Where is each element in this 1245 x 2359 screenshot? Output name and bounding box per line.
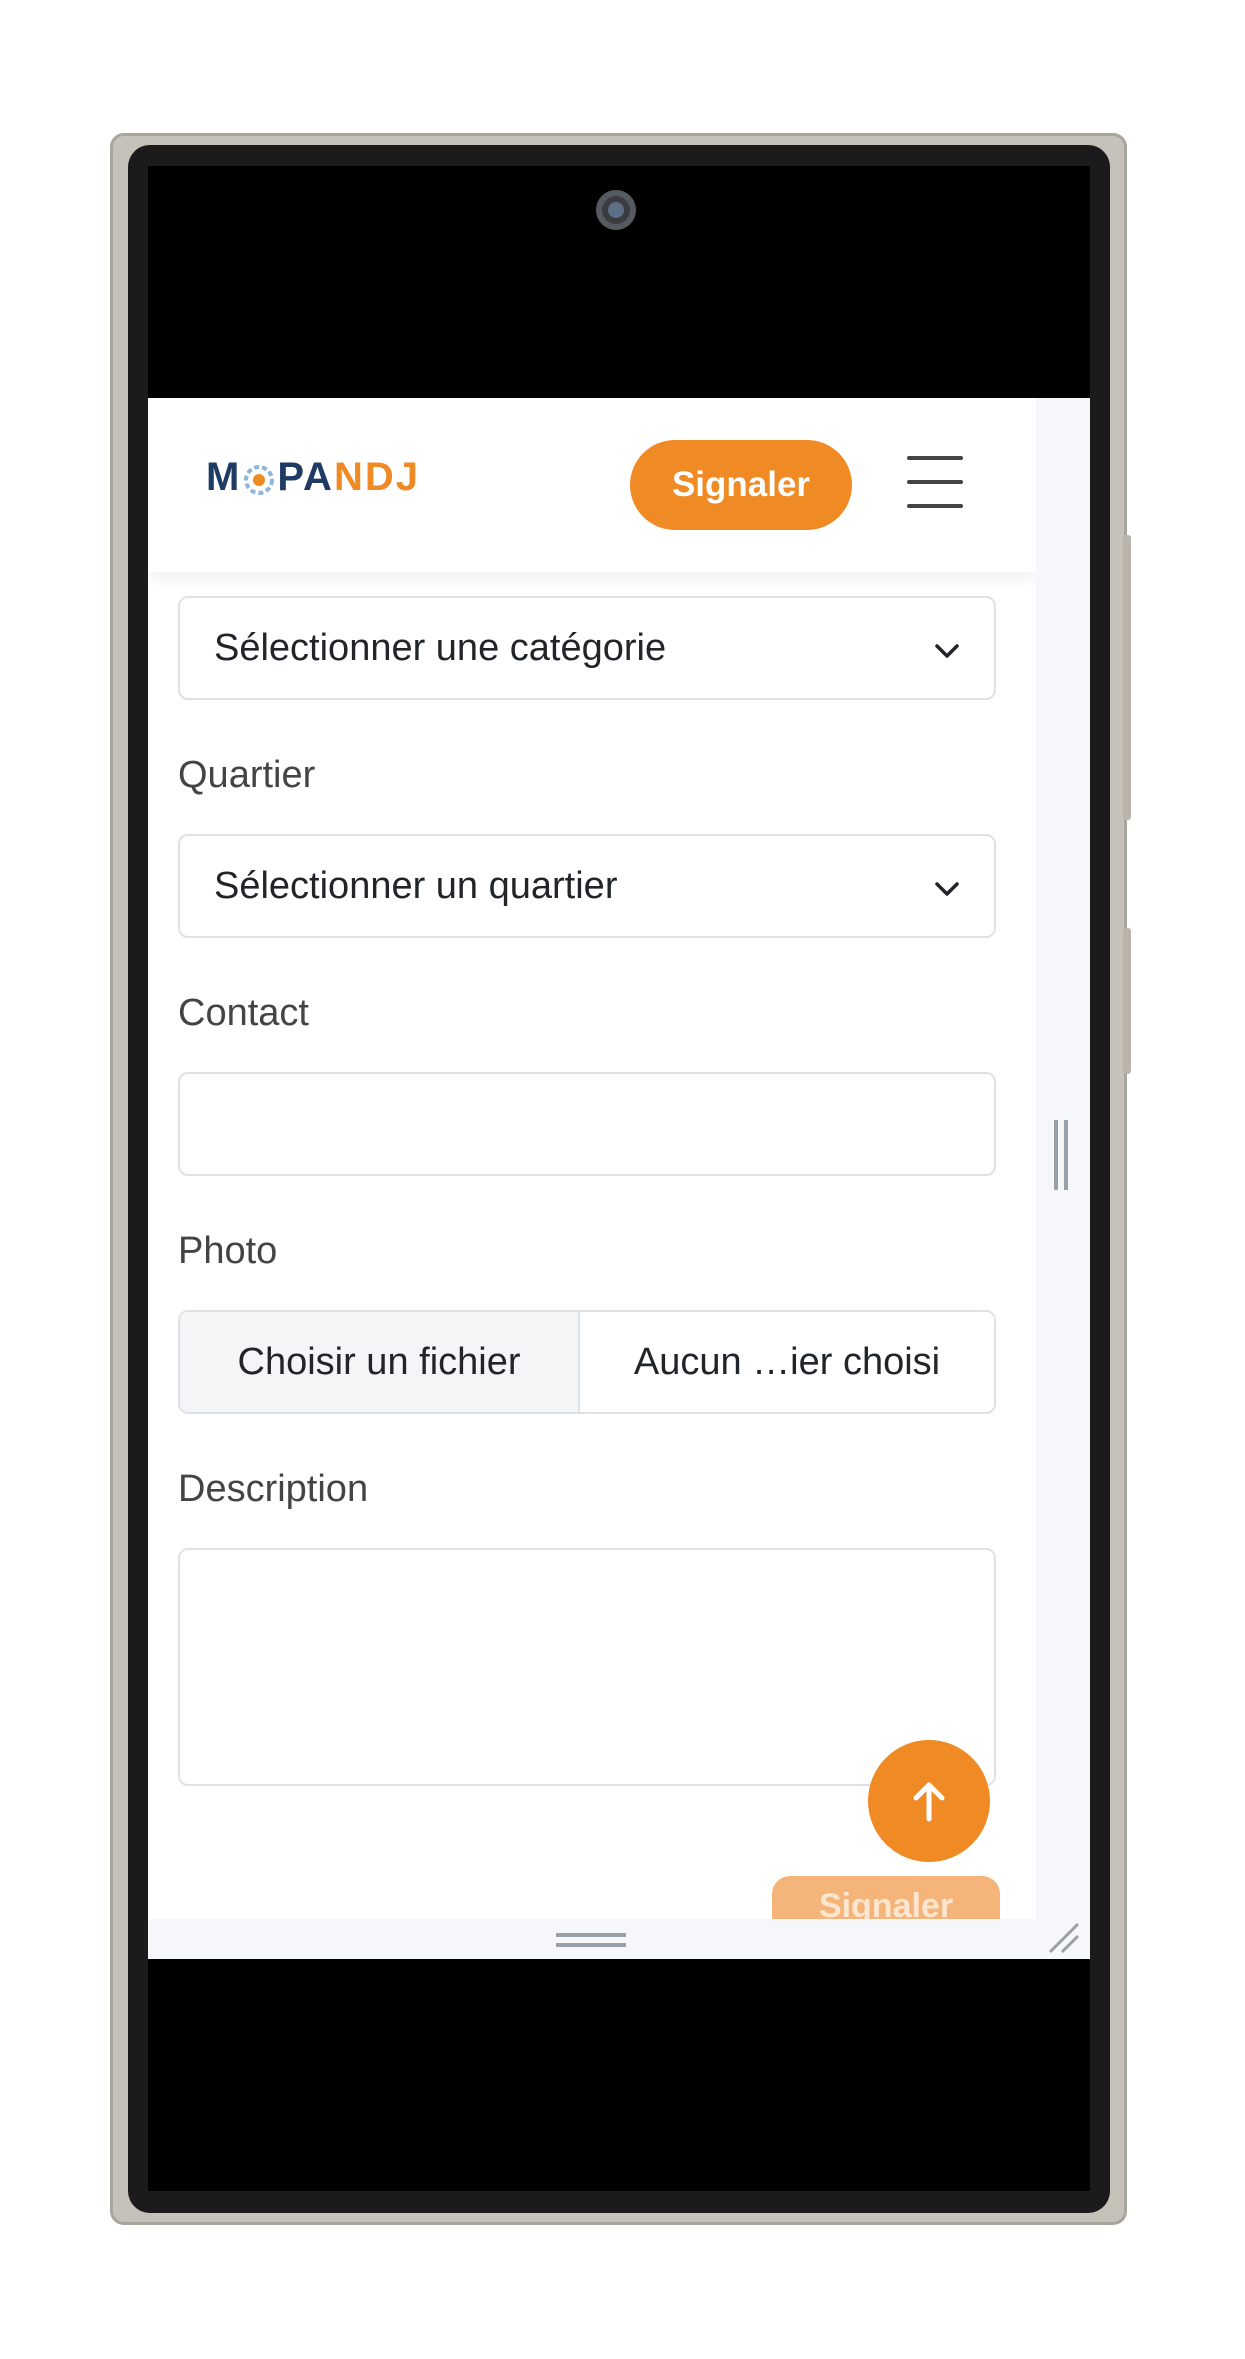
web-page: M PA NDJ Signaler Sélectionner une catég… [148,398,1036,1919]
district-label: Quartier [178,754,316,796]
resize-grip-icon[interactable] [1044,1918,1080,1954]
submit-button[interactable]: Signaler [772,1876,1000,1919]
chevron-down-icon [935,644,959,658]
navbar: M PA NDJ Signaler [148,398,1036,572]
arrow-up-icon [913,1782,945,1822]
district-select-value: Sélectionner un quartier [214,864,618,907]
description-textarea[interactable] [178,1548,996,1786]
scroll-to-top-button[interactable] [868,1740,990,1862]
front-camera [596,190,636,230]
logo-mark-icon [243,461,275,495]
logo-text-m: M [206,454,242,499]
photo-file-input[interactable]: Choisir un fichier Aucun …ier choisi [178,1310,996,1414]
phone-volume-button [1123,535,1131,820]
file-name-text: Aucun …ier choisi [633,1340,941,1383]
contact-input[interactable] [178,1072,996,1176]
phone-power-button [1123,928,1131,1074]
category-select-value: Sélectionner une catégorie [214,626,667,669]
contact-label: Contact [178,992,309,1034]
logo-text-pa: PA [277,454,334,499]
logo-text-ndj: NDJ [333,454,420,499]
signal-button[interactable]: Signaler [630,440,852,530]
site-logo[interactable]: M PA NDJ [206,452,420,502]
photo-label: Photo [178,1230,278,1272]
hamburger-menu-icon[interactable] [902,452,968,512]
vertical-resize-handle[interactable] [1054,1120,1068,1190]
browser-viewport[interactable]: M PA NDJ Signaler Sélectionner une catég… [148,398,1090,1959]
chevron-down-icon [935,882,959,896]
description-label: Description [178,1468,369,1510]
category-select[interactable]: Sélectionner une catégorie [178,596,996,700]
horizontal-resize-handle[interactable] [556,1933,626,1949]
district-select[interactable]: Sélectionner un quartier [178,834,996,938]
phone-screen: M PA NDJ Signaler Sélectionner une catég… [148,166,1090,2191]
choose-file-button[interactable]: Choisir un fichier [180,1312,580,1412]
